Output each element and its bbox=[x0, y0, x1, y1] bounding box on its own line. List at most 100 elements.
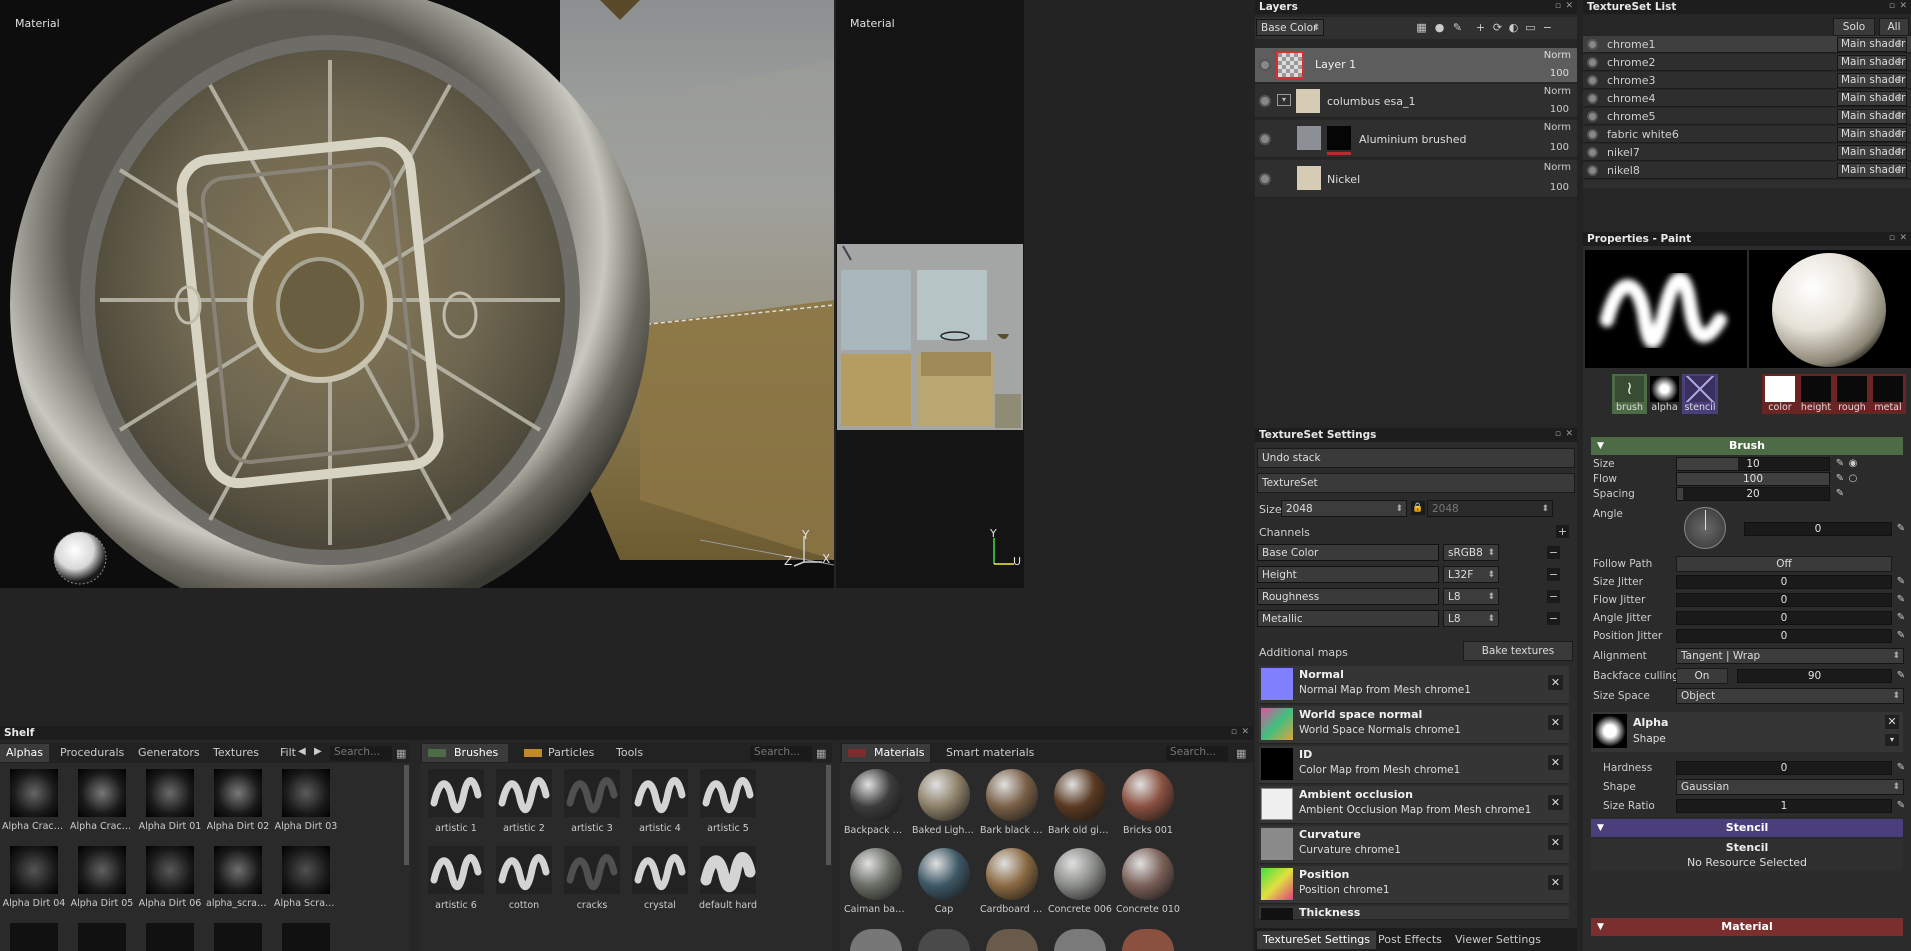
mat-slot-height[interactable]: height bbox=[1798, 374, 1834, 414]
map-item-normal[interactable]: Normal Normal Map from Mesh chrome1 ✕ bbox=[1259, 666, 1569, 704]
brush-thumbnail[interactable] bbox=[564, 769, 620, 817]
angle-edit-icon[interactable]: ✎ bbox=[1895, 523, 1907, 535]
map-item-thickness[interactable]: Thickness bbox=[1259, 906, 1569, 920]
brush-thumbnail[interactable] bbox=[700, 846, 756, 894]
size-jitter-edit-icon[interactable]: ✎ bbox=[1895, 576, 1907, 588]
layer-blend[interactable]: Norm bbox=[1544, 122, 1571, 133]
material-sphere[interactable] bbox=[850, 929, 902, 951]
material-sphere[interactable] bbox=[1122, 769, 1174, 821]
map-item-world-space-normal[interactable]: World space normal World Space Normals c… bbox=[1259, 706, 1569, 744]
tab-textureset-settings[interactable]: TextureSet Settings bbox=[1257, 931, 1376, 949]
angle-field[interactable]: 0 bbox=[1744, 522, 1892, 536]
brush-thumbnail[interactable] bbox=[496, 769, 552, 817]
brush-thumbnail[interactable] bbox=[428, 769, 484, 817]
brush-thumbnail[interactable] bbox=[700, 925, 756, 951]
channel-format[interactable]: L32F bbox=[1443, 566, 1499, 583]
tab-viewer-settings[interactable]: Viewer Settings bbox=[1449, 931, 1547, 949]
shader-select[interactable]: Main shader bbox=[1837, 163, 1907, 178]
follow-path-toggle[interactable]: Off bbox=[1676, 556, 1892, 572]
material-sphere[interactable] bbox=[986, 769, 1038, 821]
layer-row[interactable]: Aluminium brushed Norm 100 bbox=[1255, 120, 1577, 158]
brush-section-header[interactable]: Brush bbox=[1591, 437, 1903, 455]
alpha-thumbnail[interactable] bbox=[78, 923, 126, 951]
remove-map-icon[interactable]: ✕ bbox=[1548, 795, 1563, 810]
mat-slot-metal[interactable]: metal bbox=[1870, 374, 1906, 414]
visibility-eye-icon[interactable] bbox=[1259, 133, 1271, 145]
visibility-eye-icon[interactable] bbox=[1587, 147, 1598, 158]
material-sphere[interactable] bbox=[1054, 769, 1106, 821]
shader-select[interactable]: Main shader bbox=[1837, 37, 1907, 52]
textureset-row[interactable]: nikel8 Main shader bbox=[1583, 162, 1911, 179]
size-edit-icon[interactable]: ✎ bbox=[1834, 458, 1846, 470]
visibility-eye-icon[interactable] bbox=[1587, 75, 1598, 86]
fill-layer-icon[interactable]: ● bbox=[1433, 21, 1446, 34]
remove-channel-icon[interactable]: − bbox=[1547, 612, 1560, 625]
alpha-thumbnail[interactable] bbox=[10, 769, 58, 817]
shelf-tab-brushes[interactable]: Brushes bbox=[422, 744, 508, 762]
angle-jitter-edit-icon[interactable]: ✎ bbox=[1895, 612, 1907, 624]
shelf-tab-generators[interactable]: Generators bbox=[132, 744, 206, 762]
layer-opacity[interactable]: 100 bbox=[1550, 142, 1569, 153]
shelf-float-icon[interactable]: ▫ bbox=[1231, 727, 1237, 737]
materials-search-input[interactable]: Search... bbox=[1166, 746, 1228, 761]
map-item-id[interactable]: ID Color Map from Mesh chrome1 ✕ bbox=[1259, 746, 1569, 784]
size-jitter-slider[interactable]: 0 bbox=[1676, 575, 1892, 589]
shelf-tab-materials[interactable]: Materials bbox=[842, 744, 931, 762]
brush-thumbnail[interactable] bbox=[632, 846, 688, 894]
grid-view-icon[interactable]: ▦ bbox=[816, 747, 826, 760]
tss-float-icon[interactable]: ▫ bbox=[1555, 429, 1561, 439]
alpha-thumbnail[interactable] bbox=[78, 846, 126, 894]
layer-row[interactable]: Nickel Norm 100 bbox=[1255, 160, 1577, 198]
shader-select[interactable]: Main shader bbox=[1837, 145, 1907, 160]
brush-thumbnail[interactable] bbox=[564, 846, 620, 894]
tabs-scroll-right-icon[interactable]: ▶ bbox=[314, 746, 322, 757]
textureset-row[interactable]: chrome3 Main shader bbox=[1583, 72, 1911, 89]
tab-post-effects[interactable]: Post Effects bbox=[1372, 931, 1448, 949]
alpha-thumbnail[interactable] bbox=[282, 769, 330, 817]
textureset-row[interactable]: fabric white6 Main shader bbox=[1583, 126, 1911, 143]
size-space-select[interactable]: Object bbox=[1676, 688, 1904, 704]
shape-select[interactable]: Gaussian bbox=[1676, 779, 1904, 795]
channel-format[interactable]: L8 bbox=[1443, 588, 1499, 605]
material-sphere[interactable] bbox=[918, 929, 970, 951]
delete-layer-icon[interactable]: − bbox=[1541, 21, 1554, 34]
tss-close-icon[interactable]: ✕ bbox=[1565, 429, 1573, 439]
shelf-tab-tools[interactable]: Tools bbox=[610, 744, 649, 762]
shelf-close-icon[interactable]: ✕ bbox=[1241, 727, 1249, 737]
visibility-eye-icon[interactable] bbox=[1259, 95, 1271, 107]
visibility-eye-icon[interactable] bbox=[1587, 93, 1598, 104]
material-sphere[interactable] bbox=[1054, 848, 1106, 900]
mat-slot-rough[interactable]: rough bbox=[1834, 374, 1870, 414]
remove-map-icon[interactable]: ✕ bbox=[1548, 675, 1563, 690]
add-effect-icon[interactable]: ⟳ bbox=[1491, 21, 1504, 34]
layers-float-icon[interactable]: ▫ bbox=[1555, 1, 1561, 11]
size-ratio-edit-icon[interactable]: ✎ bbox=[1895, 800, 1907, 812]
props-float-icon[interactable]: ▫ bbox=[1889, 233, 1895, 243]
grid-view-icon[interactable]: ▦ bbox=[1236, 747, 1246, 760]
brush-thumbnail[interactable] bbox=[564, 925, 620, 951]
grid-view-icon[interactable]: ▦ bbox=[396, 747, 406, 760]
alpha-thumbnail[interactable] bbox=[10, 846, 58, 894]
shelf-tab-smart-materials[interactable]: Smart materials bbox=[940, 744, 1040, 762]
textureset-row[interactable]: chrome4 Main shader bbox=[1583, 90, 1911, 107]
backface-edit-icon[interactable]: ✎ bbox=[1895, 670, 1907, 682]
visibility-eye-icon[interactable] bbox=[1587, 57, 1598, 68]
stencil-section-header[interactable]: Stencil bbox=[1591, 819, 1903, 837]
mat-slot-color[interactable]: color bbox=[1762, 374, 1798, 414]
undo-stack-button[interactable]: Undo stack bbox=[1257, 448, 1575, 468]
brushes-search-input[interactable]: Search... bbox=[750, 746, 812, 761]
alpha-resource[interactable]: Alpha Shape ✕ ▾ bbox=[1591, 712, 1903, 752]
alpha-thumbnail[interactable] bbox=[146, 769, 194, 817]
bake-textures-button[interactable]: Bake textures bbox=[1463, 641, 1573, 661]
size-slider[interactable]: 10 bbox=[1676, 457, 1830, 471]
size-ratio-slider[interactable]: 1 bbox=[1676, 799, 1892, 813]
alpha-thumbnail[interactable] bbox=[282, 846, 330, 894]
add-channel-icon[interactable]: + bbox=[1556, 525, 1569, 538]
add-fill-icon[interactable]: ◐ bbox=[1507, 21, 1520, 34]
viewport-2d[interactable]: Material Y U bbox=[836, 0, 1024, 588]
shader-select[interactable]: Main shader bbox=[1837, 109, 1907, 124]
layer-mask-icon[interactable]: ▦ bbox=[1415, 21, 1428, 34]
layer-opacity[interactable]: 100 bbox=[1550, 182, 1569, 193]
add-folder-icon[interactable]: ▭ bbox=[1524, 21, 1537, 34]
flow-jitter-slider[interactable]: 0 bbox=[1676, 593, 1892, 607]
